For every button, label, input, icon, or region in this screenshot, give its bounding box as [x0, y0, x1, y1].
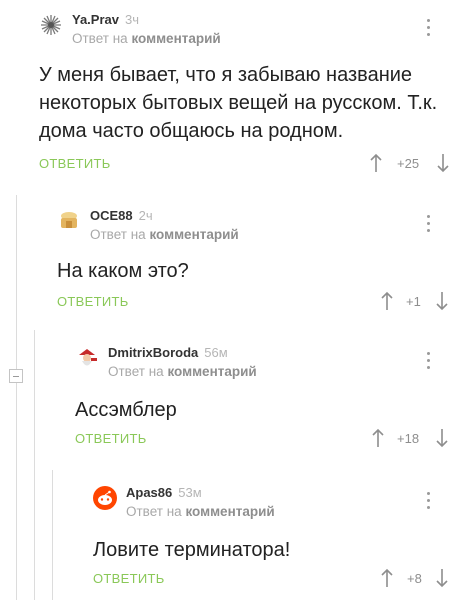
avatar-icon[interactable] [57, 209, 81, 233]
reply-to-link[interactable]: комментарий [185, 504, 274, 519]
more-options-icon[interactable] [426, 352, 430, 370]
reply-to-link[interactable]: комментарий [167, 364, 256, 379]
comment-age: 53м [178, 485, 202, 500]
comment-author: Apas86 53м [126, 485, 202, 500]
comment-author: OCE88 2ч [90, 208, 153, 223]
reply-button[interactable]: ОТВЕТИТЬ [93, 571, 165, 586]
reply-to-prefix: Ответ на [90, 227, 146, 242]
collapse-thread-button[interactable] [9, 369, 23, 383]
comment-text: У меня бывает, что я забываю название не… [39, 64, 438, 142]
downvote-arrow-icon[interactable] [435, 428, 449, 448]
downvote-arrow-icon[interactable] [435, 291, 449, 311]
reply-to-link[interactable]: комментарий [131, 31, 220, 46]
comment: Apas86 53м Ответ на комментарий Ловите те… [93, 485, 449, 596]
upvote-arrow-icon[interactable] [371, 428, 385, 448]
more-options-icon[interactable] [426, 215, 430, 233]
avatar-icon[interactable] [75, 346, 99, 370]
rating-count: +8 [407, 571, 422, 586]
more-options-icon[interactable] [426, 492, 430, 510]
comment-author: Ya.Prav 3ч [72, 12, 139, 27]
upvote-arrow-icon[interactable] [380, 568, 394, 588]
avatar-icon[interactable] [93, 486, 117, 510]
comment-age: 56м [204, 345, 228, 360]
upvote-arrow-icon[interactable] [380, 291, 394, 311]
reply-to-line: Ответ на комментарий [108, 364, 257, 379]
comment: OCE88 2ч Ответ на комментарий На каком эт… [57, 208, 449, 319]
comment-age: 3ч [125, 12, 140, 27]
upvote-arrow-icon[interactable] [369, 153, 383, 173]
author-name[interactable]: Ya.Prav [72, 12, 119, 27]
reply-to-line: Ответ на комментарий [90, 227, 239, 242]
reply-to-prefix: Ответ на [72, 31, 128, 46]
comment-text: Ловите терминатора! [93, 539, 291, 561]
author-name[interactable]: Apas86 [126, 485, 172, 500]
downvote-arrow-icon[interactable] [435, 568, 449, 588]
reply-to-link[interactable]: комментарий [149, 227, 238, 242]
reply-button[interactable]: ОТВЕТИТЬ [57, 294, 129, 309]
reply-button[interactable]: ОТВЕТИТЬ [39, 156, 111, 171]
comment-text: Ассэмблер [75, 399, 177, 421]
comment: DmitrixBoroda 56м Ответ на комментарий Ас… [75, 345, 449, 456]
thread-line [16, 195, 17, 600]
reply-to-prefix: Ответ на [126, 504, 182, 519]
rating-count: +18 [397, 431, 420, 446]
rating-count: +1 [406, 294, 421, 309]
thread-line [34, 330, 35, 600]
reply-to-prefix: Ответ на [108, 364, 164, 379]
more-options-icon[interactable] [426, 19, 430, 37]
thread-line [52, 470, 53, 600]
avatar-icon[interactable] [39, 13, 63, 37]
comment-author: DmitrixBoroda 56м [108, 345, 228, 360]
reply-button[interactable]: ОТВЕТИТЬ [75, 431, 147, 446]
reply-to-line: Ответ на комментарий [126, 504, 275, 519]
comment-text: На каком это? [57, 260, 189, 282]
comment: Ya.Prav 3ч Ответ на комментарий У меня бы… [39, 12, 450, 183]
reply-to-line: Ответ на комментарий [72, 31, 221, 46]
comment-age: 2ч [138, 208, 153, 223]
author-name[interactable]: OCE88 [90, 208, 133, 223]
rating-count: +25 [397, 156, 420, 171]
author-name[interactable]: DmitrixBoroda [108, 345, 198, 360]
downvote-arrow-icon[interactable] [436, 153, 450, 173]
